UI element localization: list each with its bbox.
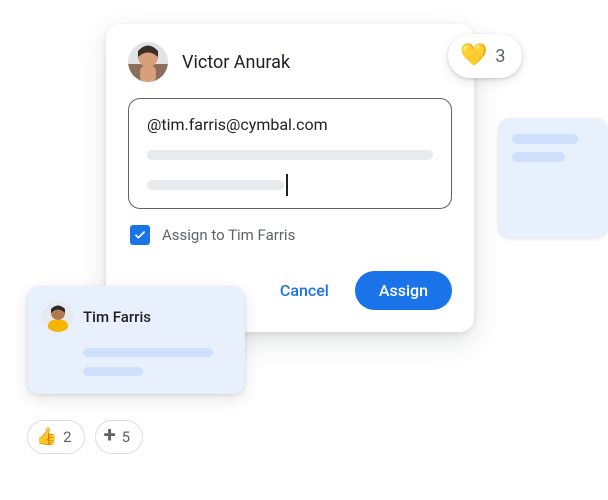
add-reaction-count: 5 — [122, 428, 130, 446]
text-skeleton-line — [147, 180, 284, 190]
add-reaction[interactable]: + 5 — [95, 420, 143, 454]
author-avatar — [128, 42, 168, 82]
mention-text: @tim.farris@cymbal.com — [147, 115, 433, 134]
thumbs-up-count: 2 — [63, 428, 71, 446]
cancel-button[interactable]: Cancel — [264, 271, 345, 310]
thumbs-up-reaction[interactable]: 👍 2 — [27, 420, 85, 454]
text-caret — [286, 174, 287, 196]
assign-checkbox[interactable] — [130, 225, 150, 245]
assign-label: Assign to Tim Farris — [162, 226, 295, 244]
text-skeleton-line — [147, 150, 433, 160]
dialog-header: Victor Anurak — [128, 42, 452, 82]
assignee-name: Tim Farris — [83, 308, 151, 326]
assignee-card: Tim Farris — [27, 286, 245, 394]
reactions-row: 👍 2 + 5 — [27, 420, 143, 454]
heart-reaction-pill[interactable]: 💛 3 — [448, 34, 522, 78]
text-skeleton-line — [83, 348, 213, 357]
assignee-avatar — [43, 302, 73, 332]
author-name: Victor Anurak — [182, 52, 290, 73]
heart-icon: 💛 — [460, 45, 487, 67]
text-skeleton-line — [83, 367, 143, 376]
thumbs-up-icon: 👍 — [36, 429, 57, 446]
assign-row: Assign to Tim Farris — [128, 225, 452, 245]
background-card-right — [498, 118, 608, 238]
plus-icon: + — [104, 425, 116, 447]
assign-button[interactable]: Assign — [355, 271, 452, 310]
comment-input[interactable]: @tim.farris@cymbal.com — [128, 98, 452, 209]
heart-count: 3 — [495, 46, 505, 67]
